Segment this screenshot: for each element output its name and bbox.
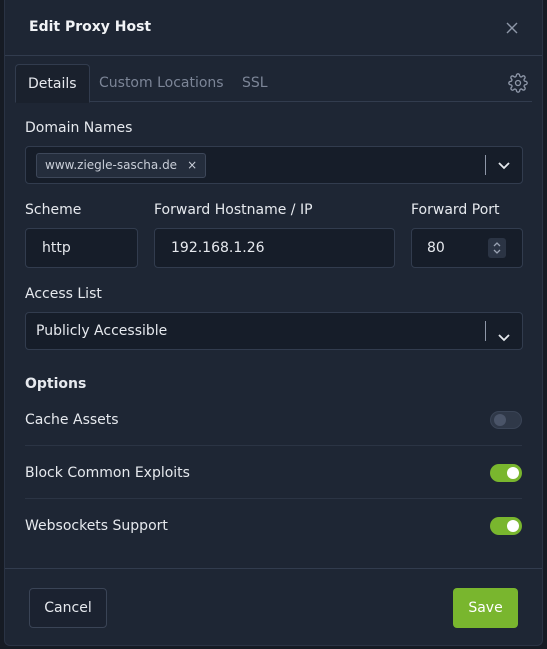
dialog-title: Edit Proxy Host <box>29 19 152 35</box>
edit-proxy-host-dialog: Edit Proxy Host Details Custom Locations… <box>4 0 543 646</box>
forward-port-label: Forward Port <box>411 202 500 218</box>
domain-names-label: Domain Names <box>25 120 133 136</box>
scheme-label: Scheme <box>25 202 82 218</box>
save-button[interactable]: Save <box>453 588 518 628</box>
forward-hostname-field[interactable] <box>154 228 395 268</box>
remove-chip-button[interactable]: × <box>187 154 197 177</box>
options-heading: Options <box>25 376 87 392</box>
dialog-footer: Cancel Save <box>5 568 542 646</box>
option-row-websockets: Websockets Support <box>25 499 522 552</box>
gear-icon <box>508 73 528 93</box>
tab-ssl[interactable]: SSL <box>242 64 268 102</box>
toggle-knob <box>494 413 506 426</box>
tab-bar: Details Custom Locations SSL <box>15 64 532 103</box>
dialog-header: Edit Proxy Host <box>5 0 542 56</box>
cancel-button[interactable]: Cancel <box>29 588 107 628</box>
scheme-field[interactable] <box>25 228 138 268</box>
domain-chip-text: www.ziegle-sascha.de <box>45 158 178 172</box>
toggle-knob <box>507 466 519 479</box>
domain-chip: www.ziegle-sascha.de × <box>36 153 207 178</box>
select-separator <box>485 155 486 175</box>
tab-custom-locations[interactable]: Custom Locations <box>99 64 224 102</box>
cache-assets-toggle[interactable] <box>490 410 522 429</box>
access-list-dropdown-toggle[interactable] <box>496 323 512 342</box>
toggle-knob <box>507 519 519 532</box>
chevron-down-icon <box>498 334 510 342</box>
chevron-down-icon <box>498 162 510 170</box>
websockets-label: Websockets Support <box>25 517 168 534</box>
domain-dropdown-toggle[interactable] <box>496 157 512 173</box>
close-icon <box>506 22 518 34</box>
option-row-cache-assets: Cache Assets <box>25 393 522 446</box>
stepper-icon <box>493 242 501 254</box>
access-list-select[interactable]: Publicly Accessible <box>25 312 523 350</box>
block-exploits-label: Block Common Exploits <box>25 464 190 481</box>
select-separator <box>485 321 486 341</box>
access-list-value: Publicly Accessible <box>36 323 168 339</box>
scheme-input[interactable] <box>42 229 137 267</box>
block-exploits-toggle[interactable] <box>490 463 522 482</box>
domain-names-select[interactable]: www.ziegle-sascha.de × <box>25 146 523 184</box>
port-stepper[interactable] <box>488 238 506 258</box>
access-list-label: Access List <box>25 286 102 302</box>
forward-port-field[interactable] <box>411 228 523 268</box>
forward-port-input[interactable] <box>427 229 487 267</box>
option-row-block-exploits: Block Common Exploits <box>25 446 522 499</box>
websockets-toggle[interactable] <box>490 516 522 535</box>
cache-assets-label: Cache Assets <box>25 411 119 428</box>
forward-hostname-input[interactable] <box>171 229 394 267</box>
tab-details[interactable]: Details <box>15 64 90 103</box>
settings-button[interactable] <box>508 73 528 93</box>
forward-hostname-label: Forward Hostname / IP <box>154 202 313 218</box>
close-button[interactable] <box>502 18 522 38</box>
